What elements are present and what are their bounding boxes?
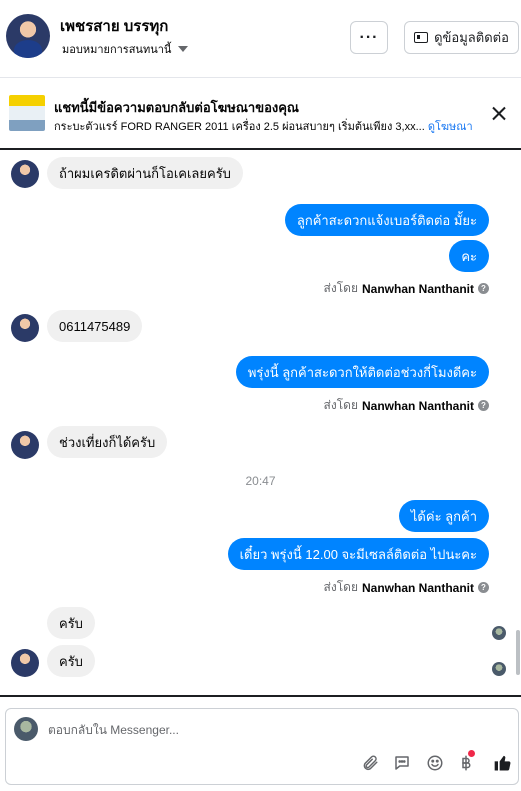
help-icon[interactable]: ? <box>478 400 489 411</box>
contact-name[interactable]: เพชรสาย บรรทุก <box>60 14 168 38</box>
sender-name: Nanwhan Nanthanit <box>361 580 474 595</box>
close-icon[interactable] <box>490 105 508 123</box>
help-icon[interactable]: ? <box>478 582 489 593</box>
contact-avatar-small <box>11 649 39 677</box>
message-thread[interactable]: ถ้าผมเครดิตผ่านก็โอเคเลยครับ ลูกค้าสะดวก… <box>0 152 521 695</box>
assign-label: มอบหมายการสนทนานี้ <box>62 44 172 56</box>
ad-thumbnail <box>9 95 45 131</box>
outgoing-message[interactable]: ลูกค้าสะดวกแจ้งเบอร์ติดต่อ มั้ยะ <box>284 204 489 236</box>
incoming-message[interactable]: ครับ <box>47 607 95 639</box>
view-contact-info-button[interactable]: ดูข้อมูลติดต่อ <box>404 21 519 54</box>
contact-avatar-small <box>11 160 39 188</box>
notification-dot <box>468 750 475 757</box>
contact-avatar-small <box>11 314 39 342</box>
ad-banner-description: กระบะตัวแรร์ FORD RANGER 2011 เครื่อง 2.… <box>54 117 473 135</box>
composer-divider <box>0 695 521 697</box>
composer-toolbar <box>6 750 520 774</box>
more-options-button[interactable]: ··· <box>350 21 388 54</box>
scrollbar-thumb[interactable] <box>516 630 520 675</box>
chat-bubble-icon[interactable] <box>391 752 413 774</box>
conversation-header: เพชรสาย บรรทุก มอบหมายการสนทนานี้ ··· ดู… <box>0 0 521 78</box>
view-contact-info-label: ดูข้อมูลติดต่อ <box>434 30 509 45</box>
scrollbar[interactable] <box>515 152 521 695</box>
read-receipt-avatar <box>492 626 506 640</box>
ad-description-text: กระบะตัวแรร์ FORD RANGER 2011 เครื่อง 2.… <box>54 121 425 133</box>
ad-reply-banner: แชทนี้มีข้อความตอบกลับต่อโฆษณาของคุณ กระ… <box>0 78 521 150</box>
sent-by-label: ส่งโดย Nanwhan Nanthanit ? <box>324 279 489 298</box>
baht-icon[interactable] <box>455 750 477 774</box>
outgoing-message[interactable]: พรุ่งนี้ ลูกค้าสะดวกให้ติดต่อช่วงกี่โมงด… <box>235 356 489 388</box>
sender-name: Nanwhan Nanthanit <box>361 398 474 413</box>
sent-by-label: ส่งโดย Nanwhan Nanthanit ? <box>324 396 489 415</box>
caret-down-icon <box>178 46 189 52</box>
message-timestamp: 20:47 <box>245 474 276 488</box>
sent-by-prefix: ส่งโดย <box>323 398 358 412</box>
thumbs-up-icon[interactable] <box>492 752 514 774</box>
incoming-message[interactable]: 0611475489 <box>47 310 143 342</box>
incoming-message[interactable]: ถ้าผมเครดิตผ่านก็โอเคเลยครับ <box>47 157 243 189</box>
contact-avatar-small <box>11 431 39 459</box>
page-avatar <box>14 717 38 741</box>
ad-banner-title: แชทนี้มีข้อความตอบกลับต่อโฆษณาของคุณ <box>54 100 299 115</box>
help-icon[interactable]: ? <box>478 283 489 294</box>
sent-by-prefix: ส่งโดย <box>323 281 358 295</box>
read-receipt-avatar <box>492 662 506 676</box>
view-ad-link[interactable]: ดูโฆษณา <box>428 121 473 133</box>
message-composer <box>5 708 519 785</box>
reply-input[interactable] <box>48 719 448 741</box>
sender-name: Nanwhan Nanthanit <box>361 281 474 296</box>
sent-by-label: ส่งโดย Nanwhan Nanthanit ? <box>324 578 489 597</box>
incoming-message[interactable]: ครับ <box>47 645 95 677</box>
assign-conversation-dropdown[interactable]: มอบหมายการสนทนานี้ <box>62 40 189 58</box>
smiley-icon[interactable] <box>424 752 446 774</box>
incoming-message[interactable]: ช่วงเที่ยงก็ได้ครับ <box>47 426 168 458</box>
contact-avatar[interactable] <box>6 14 50 58</box>
sent-by-prefix: ส่งโดย <box>323 580 358 594</box>
outgoing-message[interactable]: เดี๋ยว พรุ่งนี้ 12.00 จะมีเซลล์ติดต่อ ไป… <box>227 538 489 570</box>
outgoing-message[interactable]: คะ <box>449 240 489 272</box>
outgoing-message[interactable]: ได้ค่ะ ลูกค้า <box>398 500 489 532</box>
paperclip-icon[interactable] <box>359 752 381 774</box>
contact-card-icon <box>414 32 429 43</box>
